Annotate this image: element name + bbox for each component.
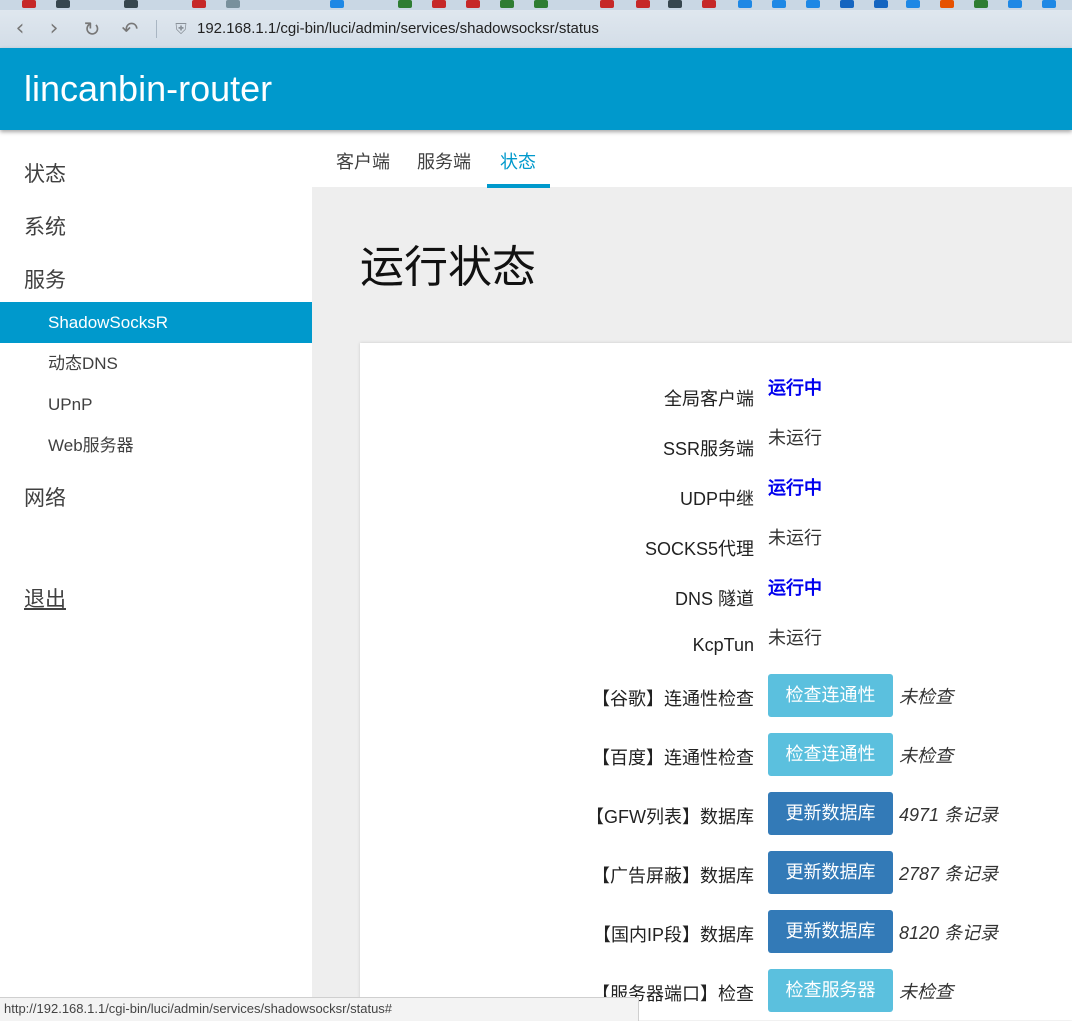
tab-favicon[interactable] bbox=[874, 0, 888, 8]
tab-favicon[interactable] bbox=[840, 0, 854, 8]
tab-status[interactable]: 状态 bbox=[500, 148, 536, 174]
toolbar-divider bbox=[156, 20, 157, 38]
tab-favicon[interactable] bbox=[398, 0, 412, 8]
status-value-udp-relay: 运行中 bbox=[768, 478, 822, 498]
tab-favicon[interactable] bbox=[22, 0, 36, 8]
reload-icon[interactable]: ↻ bbox=[78, 15, 106, 43]
check-label-google: 【谷歌】连通性检查 bbox=[592, 689, 754, 709]
tab-favicon[interactable] bbox=[330, 0, 344, 8]
check-label-baidu: 【百度】连通性检查 bbox=[592, 748, 754, 768]
sidebar-item-network[interactable]: 网络 bbox=[24, 482, 66, 512]
tab-favicon[interactable] bbox=[1008, 0, 1022, 8]
tab-favicon[interactable] bbox=[124, 0, 138, 8]
status-label-ssr-server: SSR服务端 bbox=[662, 439, 754, 459]
tab-favicon[interactable] bbox=[738, 0, 752, 8]
tab-favicon[interactable] bbox=[806, 0, 820, 8]
china-ip-record-count: 8120 条记录 bbox=[899, 923, 999, 943]
tab-favicon[interactable] bbox=[1042, 0, 1056, 8]
undo-icon[interactable]: ↶ bbox=[116, 15, 144, 43]
check-baidu-button[interactable]: 检查连通性 bbox=[768, 733, 893, 776]
address-bar[interactable]: 192.168.1.1/cgi-bin/luci/admin/services/… bbox=[197, 18, 599, 40]
shield-icon[interactable]: ⛨ bbox=[172, 19, 190, 39]
status-value-kcptun: 未运行 bbox=[768, 628, 822, 648]
page-title: 运行状态 bbox=[360, 243, 536, 292]
status-label-socks5-proxy: SOCKS5代理 bbox=[644, 539, 754, 559]
check-server-result: 未检查 bbox=[899, 982, 953, 1002]
sidebar-item-services[interactable]: 服务 bbox=[24, 264, 66, 294]
tab-favicon[interactable] bbox=[974, 0, 988, 8]
tab-favicon[interactable] bbox=[534, 0, 548, 8]
tab-bar: 客户端 服务端 状态 bbox=[312, 131, 1072, 188]
status-label-dns-tunnel: DNS 隧道 bbox=[674, 589, 754, 609]
tab-favicon[interactable] bbox=[466, 0, 480, 8]
logout-link[interactable]: 退出 bbox=[24, 583, 66, 613]
check-google-result: 未检查 bbox=[899, 687, 953, 707]
tab-favicon[interactable] bbox=[226, 0, 240, 8]
sidebar-item-webserver[interactable]: Web服务器 bbox=[0, 425, 312, 466]
db-label-china-ip: 【国内IP段】数据库 bbox=[592, 925, 754, 945]
update-gfwlist-button[interactable]: 更新数据库 bbox=[768, 792, 893, 835]
browser-tab-strip[interactable] bbox=[0, 0, 1072, 10]
tab-favicon[interactable] bbox=[772, 0, 786, 8]
status-value-socks5-proxy: 未运行 bbox=[768, 528, 822, 548]
sidebar-item-system[interactable]: 系统 bbox=[24, 211, 66, 241]
tab-favicon[interactable] bbox=[192, 0, 206, 8]
status-label-udp-relay: UDP中继 bbox=[679, 489, 754, 509]
back-icon[interactable]: ‹ bbox=[6, 15, 34, 43]
db-label-gfwlist: 【GFW列表】数据库 bbox=[586, 807, 754, 827]
forward-icon[interactable]: › bbox=[40, 15, 68, 43]
status-value-ssr-server: 未运行 bbox=[768, 428, 822, 448]
tab-favicon[interactable] bbox=[702, 0, 716, 8]
status-label-kcptun: KcpTun bbox=[692, 635, 754, 655]
db-label-adblock: 【广告屏蔽】数据库 bbox=[592, 866, 754, 886]
status-value-dns-tunnel: 运行中 bbox=[768, 578, 822, 598]
active-tab-indicator bbox=[487, 184, 550, 188]
adblock-record-count: 2787 条记录 bbox=[899, 864, 999, 884]
check-baidu-result: 未检查 bbox=[899, 746, 953, 766]
main-content: 客户端 服务端 状态 运行状态 全局客户端 运行中 SSR服务端 未运行 UDP… bbox=[312, 131, 1072, 1020]
brand-logo-text[interactable]: lincanbin-router bbox=[24, 68, 272, 110]
sidebar-item-upnp[interactable]: UPnP bbox=[0, 384, 312, 425]
browser-toolbar: ‹ › ↻ ↶ ⛨ 192.168.1.1/cgi-bin/luci/admin… bbox=[0, 10, 1072, 49]
sidebar-item-status[interactable]: 状态 bbox=[24, 158, 66, 188]
sidebar: 状态 系统 服务 ShadowSocksR 动态DNS UPnP Web服务器 … bbox=[0, 131, 312, 1020]
sidebar-item-ddns[interactable]: 动态DNS bbox=[0, 343, 312, 384]
tab-server[interactable]: 服务端 bbox=[417, 148, 471, 174]
status-label-global-client: 全局客户端 bbox=[664, 389, 754, 409]
tab-favicon[interactable] bbox=[600, 0, 614, 8]
tab-favicon[interactable] bbox=[432, 0, 446, 8]
status-panel: 全局客户端 运行中 SSR服务端 未运行 UDP中继 运行中 SOCKS5代理 … bbox=[360, 343, 1072, 1020]
browser-status-bar: http://192.168.1.1/cgi-bin/luci/admin/se… bbox=[0, 997, 639, 1021]
update-china-ip-button[interactable]: 更新数据库 bbox=[768, 910, 893, 953]
tab-favicon[interactable] bbox=[906, 0, 920, 8]
status-value-global-client: 运行中 bbox=[768, 378, 822, 398]
tab-favicon[interactable] bbox=[940, 0, 954, 8]
gfwlist-record-count: 4971 条记录 bbox=[899, 805, 999, 825]
update-adblock-button[interactable]: 更新数据库 bbox=[768, 851, 893, 894]
tab-client[interactable]: 客户端 bbox=[336, 148, 390, 174]
tab-favicon[interactable] bbox=[56, 0, 70, 8]
tab-favicon[interactable] bbox=[636, 0, 650, 8]
check-server-button[interactable]: 检查服务器 bbox=[768, 969, 893, 1012]
sidebar-item-shadowsocksr[interactable]: ShadowSocksR bbox=[0, 302, 312, 343]
check-google-button[interactable]: 检查连通性 bbox=[768, 674, 893, 717]
tab-favicon[interactable] bbox=[668, 0, 682, 8]
tab-favicon[interactable] bbox=[500, 0, 514, 8]
site-header: lincanbin-router bbox=[0, 48, 1072, 130]
